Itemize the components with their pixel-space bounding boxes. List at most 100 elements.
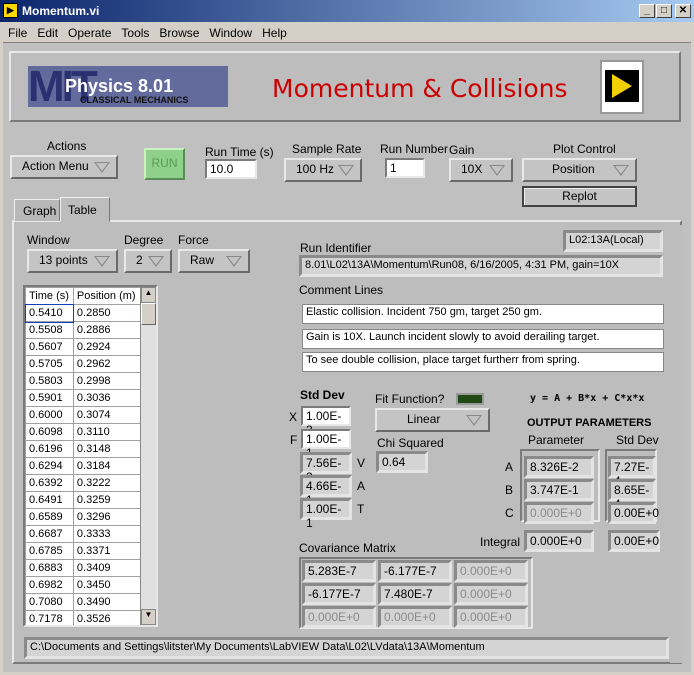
time-cell[interactable]: 0.6589 bbox=[25, 508, 74, 526]
dropdown-arrow-icon bbox=[489, 165, 505, 176]
table-row[interactable]: 0.5901 0.3036 bbox=[25, 389, 142, 407]
position-cell[interactable]: 0.3184 bbox=[72, 457, 142, 475]
table-row[interactable]: 0.5607 0.2924 bbox=[25, 338, 142, 356]
table-row[interactable]: 0.5803 0.2998 bbox=[25, 372, 142, 390]
param-c-value: 0.000E+0 bbox=[524, 502, 594, 524]
tab-table[interactable]: Table bbox=[60, 197, 110, 222]
position-cell[interactable]: 0.3074 bbox=[72, 406, 142, 424]
comment-line-1[interactable]: Elastic collision. Incident 750 gm, targ… bbox=[302, 304, 664, 324]
table-row[interactable]: 0.6491 0.3259 bbox=[25, 491, 142, 509]
position-cell[interactable]: 0.3259 bbox=[72, 491, 142, 509]
menu-tools[interactable]: Tools bbox=[116, 23, 154, 40]
sample-rate-dropdown[interactable]: 100 Hz bbox=[284, 158, 362, 182]
time-cell[interactable]: 0.6491 bbox=[25, 491, 74, 509]
menu-edit[interactable]: Edit bbox=[32, 23, 63, 40]
position-cell[interactable]: 0.3450 bbox=[72, 576, 142, 594]
table-row[interactable]: 0.7178 0.3526 bbox=[25, 610, 142, 625]
time-cell[interactable]: 0.5410 bbox=[25, 303, 75, 323]
time-cell[interactable]: 0.6687 bbox=[25, 525, 74, 543]
menu-window[interactable]: Window bbox=[204, 23, 257, 40]
fit-type-dropdown[interactable]: Linear bbox=[375, 408, 490, 432]
time-cell[interactable]: 0.6392 bbox=[25, 474, 74, 492]
location-indicator: L02:13A(Local) bbox=[563, 230, 663, 252]
minimize-button[interactable]: _ bbox=[639, 4, 655, 18]
labview-vi-icon bbox=[600, 60, 644, 114]
table-row[interactable]: 0.6785 0.3371 bbox=[25, 542, 142, 560]
position-cell[interactable]: 0.3490 bbox=[72, 593, 142, 611]
position-cell[interactable]: 0.2962 bbox=[72, 355, 142, 373]
time-cell[interactable]: 0.5508 bbox=[25, 321, 74, 339]
std-dev-a-value: 4.66E-1 bbox=[300, 475, 352, 507]
position-cell[interactable]: 0.2850 bbox=[72, 304, 142, 322]
menu-help[interactable]: Help bbox=[257, 23, 292, 40]
table-row[interactable]: 0.6687 0.3333 bbox=[25, 525, 142, 543]
action-menu-dropdown[interactable]: Action Menu bbox=[10, 155, 118, 179]
comment-line-3[interactable]: To see double collision, place target fu… bbox=[302, 352, 664, 372]
table-row[interactable]: 0.6000 0.3074 bbox=[25, 406, 142, 424]
table-row[interactable]: 0.5705 0.2962 bbox=[25, 355, 142, 373]
time-cell[interactable]: 0.6196 bbox=[25, 440, 74, 458]
scroll-down-icon[interactable]: ▼ bbox=[141, 609, 156, 625]
position-cell[interactable]: 0.3148 bbox=[72, 440, 142, 458]
table-row[interactable]: 0.6294 0.3184 bbox=[25, 457, 142, 475]
comment-line-2[interactable]: Gain is 10X. Launch incident slowly to a… bbox=[302, 329, 664, 349]
time-cell[interactable]: 0.6000 bbox=[25, 406, 74, 424]
time-cell[interactable]: 0.6098 bbox=[25, 423, 74, 441]
run-time-input[interactable]: 10.0 bbox=[205, 159, 257, 179]
table-row[interactable]: 0.6196 0.3148 bbox=[25, 440, 142, 458]
position-cell[interactable]: 0.2924 bbox=[72, 338, 142, 356]
fit-function-led[interactable] bbox=[456, 393, 484, 405]
scroll-up-icon[interactable]: ▲ bbox=[141, 287, 156, 303]
position-cell[interactable]: 0.3222 bbox=[72, 474, 142, 492]
window-dropdown[interactable]: 13 points bbox=[27, 249, 118, 273]
time-cell[interactable]: 0.6294 bbox=[25, 457, 74, 475]
time-cell[interactable]: 0.6982 bbox=[25, 576, 74, 594]
close-button[interactable]: ✕ bbox=[675, 4, 691, 18]
force-dropdown[interactable]: Raw bbox=[178, 249, 250, 273]
run-button[interactable]: RUN bbox=[144, 148, 185, 180]
position-cell[interactable]: 0.3526 bbox=[72, 610, 142, 625]
data-table[interactable]: Time (s) Position (m) 0.5410 0.2850 0.5508 0.… bbox=[23, 285, 158, 627]
gain-dropdown[interactable]: 10X bbox=[449, 158, 513, 182]
position-cell[interactable]: 0.3036 bbox=[72, 389, 142, 407]
covariance-label: Covariance Matrix bbox=[299, 541, 396, 555]
table-row[interactable]: 0.5410 0.2850 bbox=[25, 303, 142, 323]
std-dev-x-input[interactable]: 1.00E-3 bbox=[301, 406, 351, 437]
position-cell[interactable]: 0.3371 bbox=[72, 542, 142, 560]
time-cell[interactable]: 0.6785 bbox=[25, 542, 74, 560]
degree-dropdown[interactable]: 2 bbox=[124, 249, 172, 273]
table-row[interactable]: 0.6589 0.3296 bbox=[25, 508, 142, 526]
table-row[interactable]: 0.6098 0.3110 bbox=[25, 423, 142, 441]
menu-browse[interactable]: Browse bbox=[154, 23, 204, 40]
maximize-button[interactable]: □ bbox=[656, 4, 672, 18]
time-cell[interactable]: 0.5803 bbox=[25, 372, 74, 390]
file-path-indicator: C:\Documents and Settings\litster\My Doc… bbox=[24, 637, 669, 659]
position-cell[interactable]: 0.3333 bbox=[72, 525, 142, 543]
time-cell[interactable]: 0.7178 bbox=[25, 610, 74, 625]
table-row[interactable]: 0.5508 0.2886 bbox=[25, 321, 142, 339]
output-parameters-title: OUTPUT PARAMETERS bbox=[527, 417, 652, 429]
run-number-input[interactable]: 1 bbox=[385, 158, 425, 178]
table-row[interactable]: 0.7080 0.3490 bbox=[25, 593, 142, 611]
time-cell[interactable]: 0.5705 bbox=[25, 355, 74, 373]
menu-file[interactable]: File bbox=[3, 23, 32, 40]
table-row[interactable]: 0.6883 0.3409 bbox=[25, 559, 142, 577]
time-cell[interactable]: 0.7080 bbox=[25, 593, 74, 611]
time-cell[interactable]: 0.6883 bbox=[25, 559, 74, 577]
position-cell[interactable]: 0.3296 bbox=[72, 508, 142, 526]
table-scrollbar[interactable]: ▲ ▼ bbox=[140, 287, 156, 625]
position-cell[interactable]: 0.2998 bbox=[72, 372, 142, 390]
position-cell[interactable]: 0.2886 bbox=[72, 321, 142, 339]
std-dev-f-input[interactable]: 1.00E-1 bbox=[301, 429, 351, 460]
plot-control-dropdown[interactable]: Position bbox=[522, 158, 637, 182]
table-row[interactable]: 0.6982 0.3450 bbox=[25, 576, 142, 594]
time-cell[interactable]: 0.5901 bbox=[25, 389, 74, 407]
position-cell[interactable]: 0.3110 bbox=[72, 423, 142, 441]
time-cell[interactable]: 0.5607 bbox=[25, 338, 74, 356]
table-row[interactable]: 0.6392 0.3222 bbox=[25, 474, 142, 492]
position-cell[interactable]: 0.3409 bbox=[72, 559, 142, 577]
replot-button[interactable]: Replot bbox=[522, 186, 637, 207]
tab-graph[interactable]: Graph bbox=[14, 199, 60, 221]
scroll-thumb[interactable] bbox=[141, 303, 156, 325]
menu-operate[interactable]: Operate bbox=[63, 23, 116, 40]
